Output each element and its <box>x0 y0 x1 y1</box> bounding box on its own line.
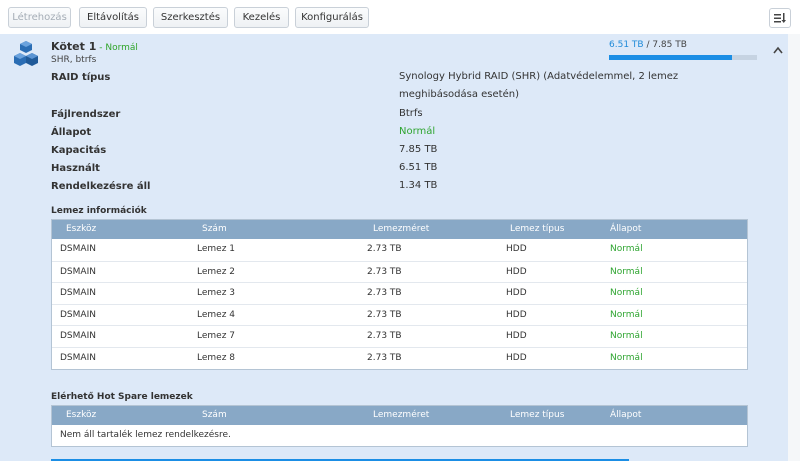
view-options-button[interactable] <box>769 8 791 28</box>
cell-type: HDD <box>506 352 527 363</box>
cell-number: Lemez 7 <box>197 331 236 341</box>
status-label: Állapot <box>51 127 92 138</box>
create-button[interactable]: Létrehozás <box>8 7 71 28</box>
remove-button[interactable]: Eltávolítás <box>79 7 147 28</box>
cell-device: DSMAIN <box>60 288 96 298</box>
table-row[interactable]: DSMAIN Lemez 7 2.73 TB HDD Normál <box>52 325 747 347</box>
volume-subtitle: SHR, btrfs <box>51 55 97 65</box>
raid-type-value: Synology Hybrid RAID (SHR) (Adatvédelemm… <box>399 71 679 100</box>
volume-name: Kötet 1 <box>51 40 97 53</box>
cell-size: 2.73 TB <box>367 331 402 341</box>
cell-type: HDD <box>506 266 527 277</box>
cell-status: Normál <box>610 244 643 254</box>
disk-info-title: Lemez információk <box>51 206 147 216</box>
status-value: Normál <box>399 126 436 137</box>
cell-device: DSMAIN <box>60 266 96 277</box>
table-header: Eszköz Szám Lemezméret Lemez típus Állap… <box>52 406 747 425</box>
table-row[interactable]: DSMAIN Lemez 8 2.73 TB HDD Normál <box>52 346 747 369</box>
used-label: Használt <box>51 163 100 174</box>
cell-type: HDD <box>506 288 527 298</box>
cell-status: Normál <box>610 288 643 298</box>
cell-type: HDD <box>506 309 527 320</box>
table-header: Eszköz Szám Lemezméret Lemez típus Állap… <box>52 220 747 239</box>
table-row[interactable]: DSMAIN Lemez 4 2.73 TB HDD Normál <box>52 303 747 326</box>
column-device[interactable]: Eszköz <box>66 220 96 239</box>
cell-device: DSMAIN <box>60 244 96 254</box>
cell-size: 2.73 TB <box>367 266 402 277</box>
available-label: Rendelkezésre áll <box>51 181 151 192</box>
cubes-icon <box>14 41 38 66</box>
manage-button[interactable]: Kezelés <box>234 7 289 28</box>
volume-title[interactable]: Kötet 1 - Normál <box>51 40 138 53</box>
cell-type: HDD <box>506 244 527 254</box>
cell-number: Lemez 8 <box>197 352 236 363</box>
usage-used: 6.51 TB <box>609 40 644 50</box>
hot-spare-table: Eszköz Szám Lemezméret Lemez típus Állap… <box>51 405 748 447</box>
cell-size: 2.73 TB <box>367 309 402 320</box>
column-number[interactable]: Szám <box>202 220 227 239</box>
scrollbar[interactable] <box>788 34 800 461</box>
volume-status-separator: - <box>96 43 106 53</box>
column-size[interactable]: Lemezméret <box>373 220 429 239</box>
column-type[interactable]: Lemez típus <box>510 220 564 239</box>
available-value: 1.34 TB <box>399 180 438 191</box>
table-row[interactable]: DSMAIN Lemez 2 2.73 TB HDD Normál <box>52 260 747 283</box>
table-row[interactable]: DSMAIN Lemez 3 2.73 TB HDD Normál <box>52 282 747 304</box>
hot-spare-title: Elérhető Hot Spare lemezek <box>51 392 193 402</box>
cell-number: Lemez 3 <box>197 288 236 298</box>
volume-status: Normál <box>105 43 138 53</box>
cell-status: Normál <box>610 309 643 320</box>
configure-button[interactable]: Konfigurálás <box>295 7 369 28</box>
cell-status: Normál <box>610 331 643 341</box>
cell-type: HDD <box>506 331 527 341</box>
usage-bar-fill <box>609 55 732 60</box>
column-status[interactable]: Állapot <box>610 406 641 425</box>
cell-status: Normál <box>610 352 643 363</box>
chevron-up-icon[interactable] <box>773 46 783 54</box>
table-row[interactable]: DSMAIN Lemez 1 2.73 TB HDD Normál <box>52 239 747 261</box>
capacity-label: Kapacitás <box>51 145 107 156</box>
cell-size: 2.73 TB <box>367 288 402 298</box>
cell-status: Normál <box>610 266 643 277</box>
table-body: DSMAIN Lemez 1 2.73 TB HDD Normál DSMAIN Lemez… <box>52 239 747 368</box>
cell-number: Lemez 2 <box>197 266 236 277</box>
sort-list-icon <box>774 13 786 23</box>
cell-device: DSMAIN <box>60 309 96 320</box>
column-status[interactable]: Állapot <box>610 220 641 239</box>
column-device[interactable]: Eszköz <box>66 406 96 425</box>
column-size[interactable]: Lemezméret <box>373 406 429 425</box>
cell-number: Lemez 1 <box>197 244 236 254</box>
cell-size: 2.73 TB <box>367 352 402 363</box>
usage-total: 7.85 TB <box>652 40 687 50</box>
cell-device: DSMAIN <box>60 352 96 363</box>
column-number[interactable]: Szám <box>202 406 227 425</box>
usage-text: 6.51 TB / 7.85 TB <box>609 40 687 50</box>
edit-button[interactable]: Szerkesztés <box>153 7 228 28</box>
usage-bar <box>609 55 757 60</box>
empty-message: Nem áll tartalék lemez rendelkezésre. <box>60 430 231 440</box>
cell-size: 2.73 TB <box>367 244 402 254</box>
column-type[interactable]: Lemez típus <box>510 406 564 425</box>
toolbar: Létrehozás Eltávolítás Szerkesztés Kezel… <box>0 0 800 34</box>
cell-number: Lemez 4 <box>197 309 236 320</box>
raid-type-label: RAID típus <box>51 72 111 83</box>
capacity-value: 7.85 TB <box>399 144 438 155</box>
cell-device: DSMAIN <box>60 331 96 341</box>
filesystem-value: Btrfs <box>399 108 423 119</box>
disk-info-table: Eszköz Szám Lemezméret Lemez típus Állap… <box>51 219 748 370</box>
used-value: 6.51 TB <box>399 162 438 173</box>
filesystem-label: Fájlrendszer <box>51 109 121 120</box>
